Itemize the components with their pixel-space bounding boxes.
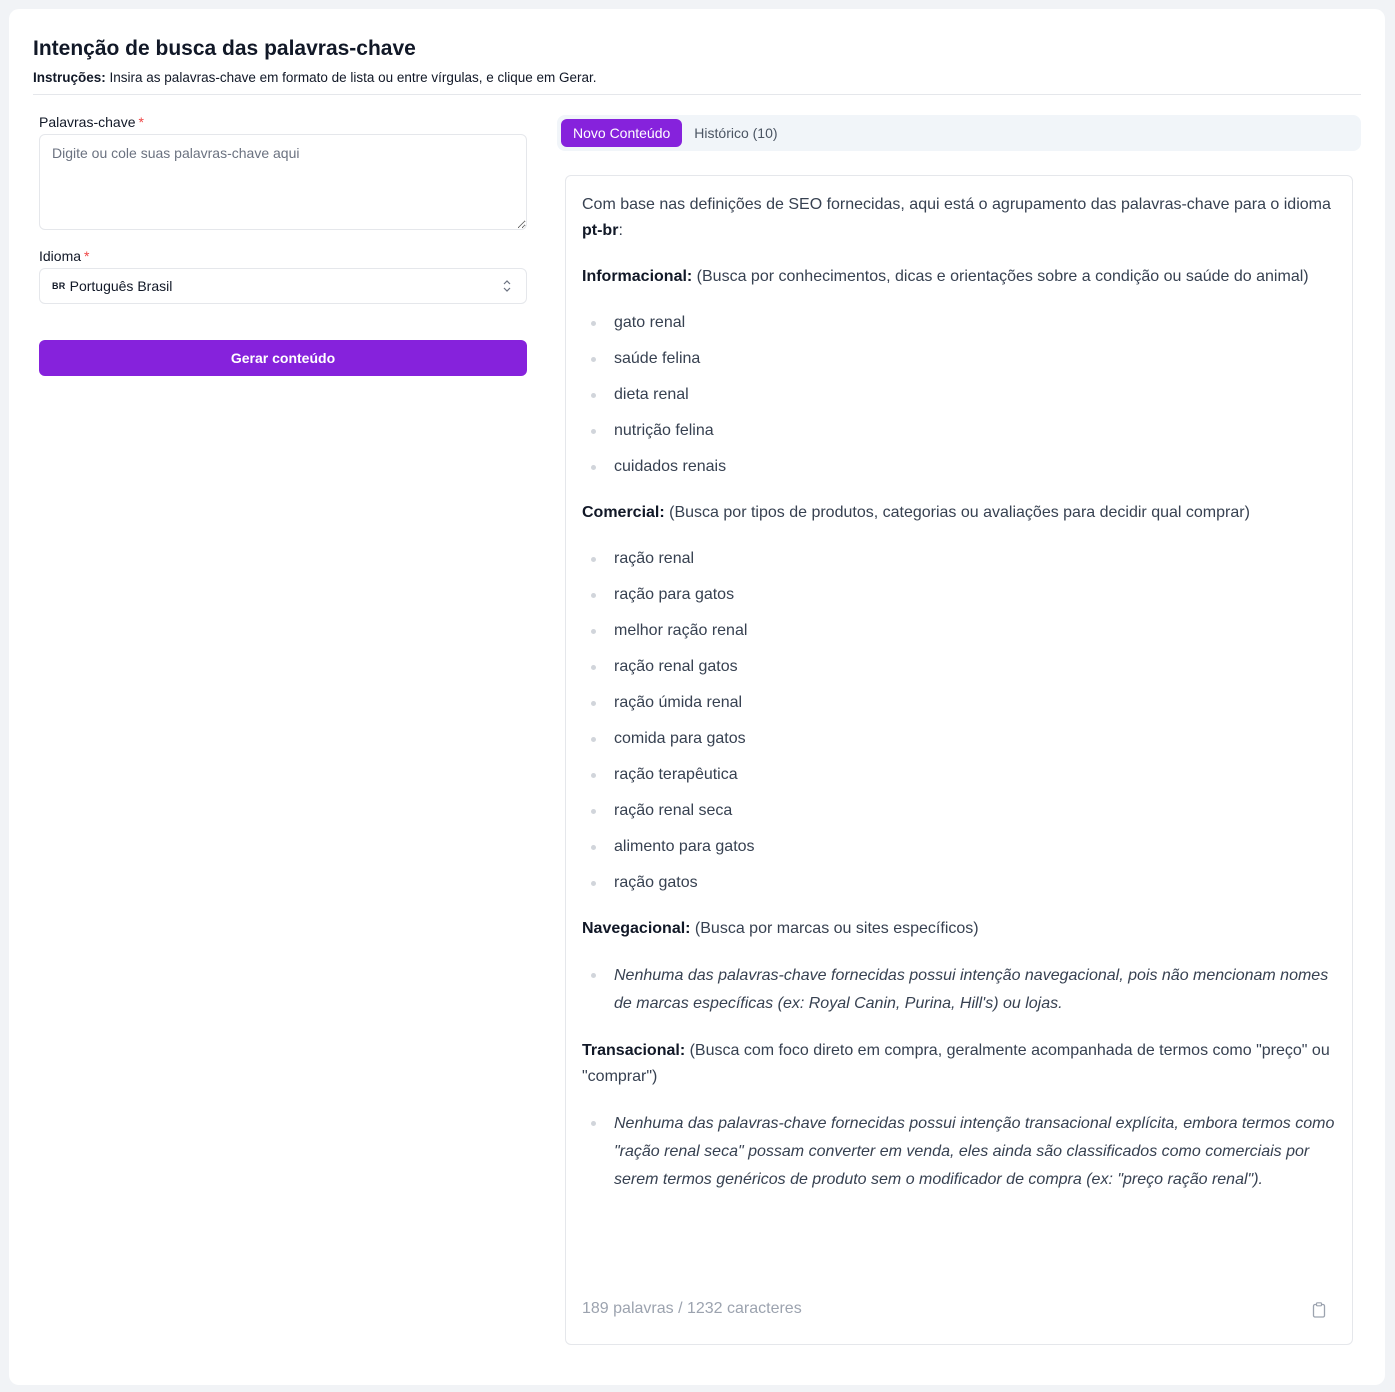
keyword-list-item: saúde felina [582,346,1342,372]
intro-language: pt-br [582,222,619,239]
result-intro: Com base nas definições de SEO fornecida… [582,192,1342,244]
page-title: Intenção de busca das palavras-chave [33,37,416,60]
keywords-label-text: Palavras-chave [39,114,136,130]
keyword-list-item: ração renal gatos [582,654,1342,680]
instructions-label: Instruções: [33,70,106,85]
keyword-list-item: ração renal [582,546,1342,572]
section-title: Informacional: [582,268,693,285]
keyword-list-item: ração úmida renal [582,690,1342,716]
keyword-list-item: nutrição felina [582,418,1342,444]
section-description: (Busca por marcas ou sites específicos) [690,920,979,937]
keyword-list-item: alimento para gatos [582,834,1342,860]
section-heading: Transacional: (Busca com foco direto em … [582,1038,1342,1090]
language-label: Idioma * [39,246,527,266]
main-card: Intenção de busca das palavras-chave Ins… [9,9,1385,1385]
intro-end: : [618,222,623,239]
section-heading: Comercial: (Busca por tipos de produtos,… [582,500,1342,526]
tab-new-content[interactable]: Novo Conteúdo [561,119,683,147]
section-description: (Busca por tipos de produtos, categorias… [664,504,1250,521]
section-title: Comercial: [582,504,665,521]
word-char-count: 189 palavras / 1232 caracteres [582,1300,802,1317]
required-mark: * [138,114,144,130]
instructions: Instruções: Insira as palavras-chave em … [33,69,1361,87]
content-tabs: Novo Conteúdo Histórico (10) [557,115,1361,151]
keyword-list-item: Nenhuma das palavras-chave fornecidas po… [582,1110,1342,1194]
language-select[interactable]: BR Português Brasil [39,268,527,304]
keyword-list-item: ração renal seca [582,798,1342,824]
language-select-value: Português Brasil [69,278,173,294]
keywords-input[interactable] [39,134,527,230]
section-title: Navegacional: [582,920,691,937]
section-title: Transacional: [582,1042,686,1059]
keywords-label: Palavras-chave * [39,112,527,132]
clipboard-copy-icon[interactable] [1312,1302,1326,1318]
generate-content-button[interactable]: Gerar conteúdo [39,340,527,376]
required-mark: * [84,248,90,264]
tab-history[interactable]: Histórico (10) [682,119,789,147]
keyword-list-item: melhor ração renal [582,618,1342,644]
keyword-list-item: ração terapêutica [582,762,1342,788]
page-header: Intenção de busca das palavras-chave Ins… [33,35,1361,87]
keyword-list-item: Nenhuma das palavras-chave fornecidas po… [582,962,1342,1018]
keyword-list: ração renal ração para gatos melhor ração … [582,546,1342,896]
section-heading: Informacional: (Busca por conhecimentos,… [582,264,1342,290]
section-description: (Busca com foco direto em compra, geralm… [582,1042,1330,1085]
brazil-flag-icon: BR [52,281,66,291]
keyword-list: gato renal saúde felina dieta renal nutriçã… [582,310,1342,480]
section-heading: Navegacional: (Busca por marcas ou sites… [582,916,1342,942]
result-body: Com base nas definições de SEO fornecida… [582,192,1342,1214]
result-panel: Com base nas definições de SEO fornecida… [565,175,1353,1345]
keyword-list: Nenhuma das palavras-chave fornecidas po… [582,962,1342,1018]
keyword-list-item: comida para gatos [582,726,1342,752]
keyword-list-item: cuidados renais [582,454,1342,480]
language-label-text: Idioma [39,248,82,264]
chevron-up-down-icon [503,280,511,292]
keyword-list-item: dieta renal [582,382,1342,408]
section-description: (Busca por conhecimentos, dicas e orient… [692,268,1309,285]
instructions-text: Insira as palavras-chave em formato de l… [105,70,597,85]
keyword-list-item: ração para gatos [582,582,1342,608]
keyword-list: Nenhuma das palavras-chave fornecidas po… [582,1110,1342,1194]
intro-text: Com base nas definições de SEO fornecida… [582,196,1331,213]
header-divider [33,94,1361,95]
input-form: Palavras-chave* Idioma* BR Português Bra… [39,112,527,376]
keyword-list-item: gato renal [582,310,1342,336]
keyword-list-item: ração gatos [582,870,1342,896]
